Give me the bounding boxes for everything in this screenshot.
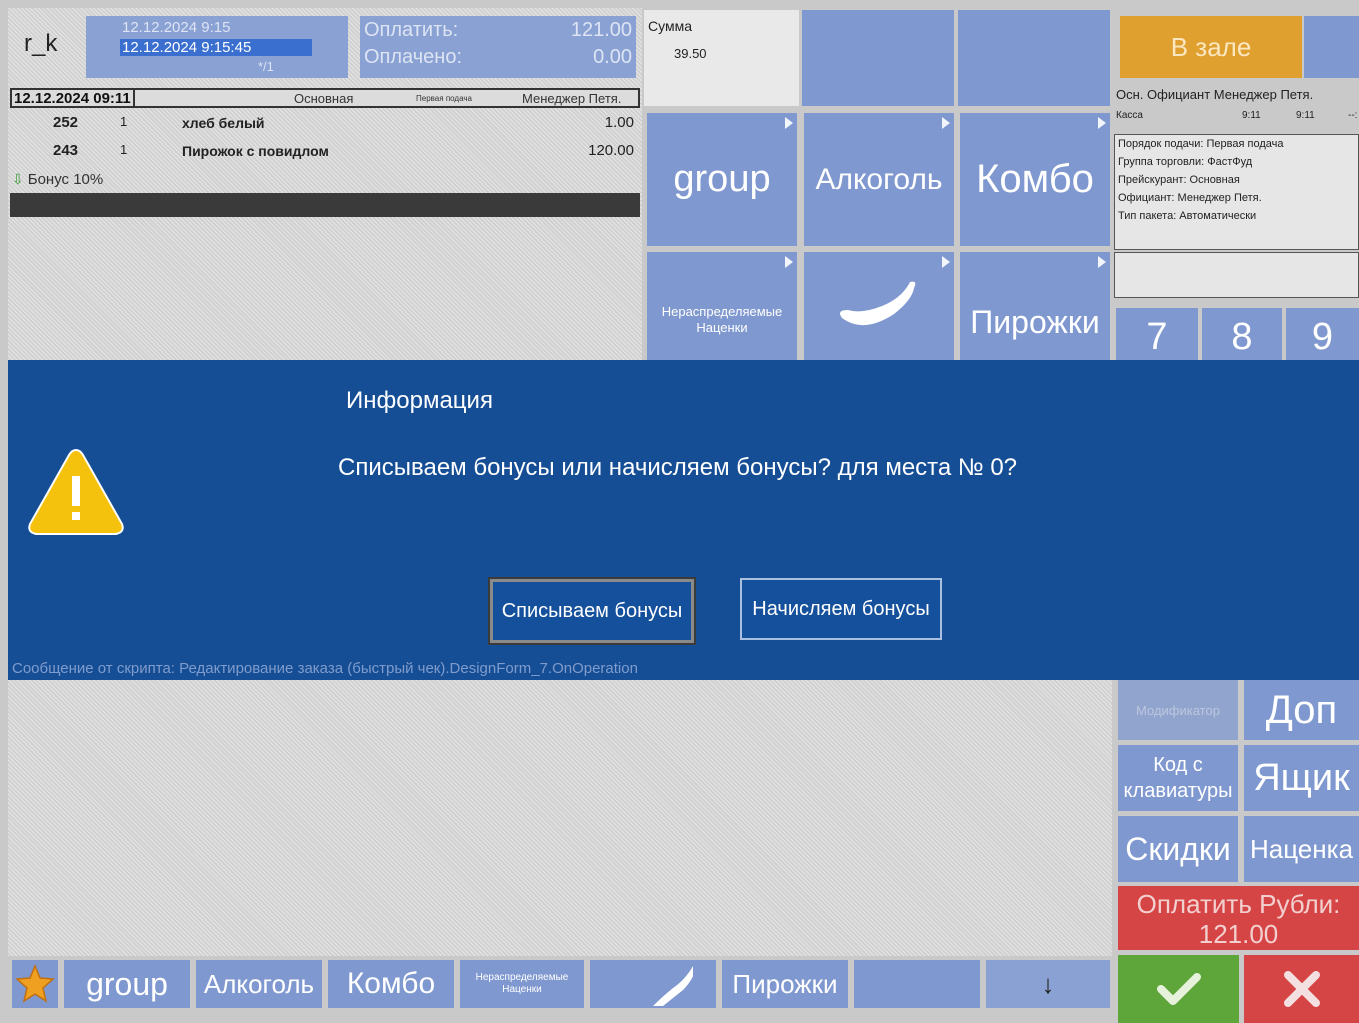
tile-unallocated-markups[interactable]: Нераспределяемые Наценки xyxy=(647,252,797,360)
tile-alcohol[interactable]: Алкоголь xyxy=(804,113,954,246)
paid-label: Оплачено: xyxy=(364,46,463,68)
dialog-title: Информация xyxy=(346,387,493,414)
sausage-icon xyxy=(653,966,693,1006)
kassa-label: Касса xyxy=(1116,110,1143,121)
bar-tile-sauces[interactable] xyxy=(854,960,980,1008)
empty-tile-1[interactable] xyxy=(802,10,954,106)
bar-tile-group[interactable]: group xyxy=(64,960,190,1008)
warning-icon xyxy=(28,448,124,535)
scroll-down-button[interactable]: ↓ xyxy=(986,960,1110,1008)
tile-pies[interactable]: Пирожки xyxy=(960,252,1110,360)
table-row[interactable]: 252 1 хлеб белый 1.00 xyxy=(10,112,640,138)
info-line: Порядок подачи: Первая подача xyxy=(1118,138,1284,150)
checkmark-icon xyxy=(1156,973,1201,1005)
star-icon xyxy=(15,964,55,1003)
bar-tile-alcohol[interactable]: Алкоголь xyxy=(196,960,322,1008)
date-panel: 12.12.2024 9:15 12.12.2024 9:15:45 */1 xyxy=(86,16,348,78)
order-course: Первая подача xyxy=(416,94,472,103)
sum-label: Сумма xyxy=(648,18,692,34)
order-menu: Основная xyxy=(294,91,354,106)
pay-label: Оплатить: xyxy=(364,19,459,41)
item-name: Пирожок с повидлом xyxy=(182,143,329,159)
numpad-key-8[interactable]: 8 xyxy=(1202,308,1282,360)
info-empty-box xyxy=(1114,252,1359,298)
bar-tile-combo[interactable]: Комбо xyxy=(328,960,454,1008)
kassa-time-2: 9:11 xyxy=(1296,110,1315,121)
keyboard-code-button[interactable]: Код с клавиатуры xyxy=(1118,745,1238,811)
accrue-bonuses-button[interactable]: Начисляем бонусы xyxy=(740,578,942,640)
submenu-arrow-icon xyxy=(785,117,793,129)
bonus-row[interactable]: ⇩ Бонус 10% xyxy=(12,169,103,189)
submenu-arrow-icon xyxy=(1098,117,1106,129)
bar-tile-unallocated-markups[interactable]: Нераспределяемые Наценки xyxy=(460,960,584,1008)
kassa-time-1: 9:11 xyxy=(1242,110,1261,121)
numpad-key-9[interactable]: 9 xyxy=(1286,308,1359,360)
drawer-button[interactable]: Ящик xyxy=(1244,745,1359,811)
paid-value: 0.00 xyxy=(593,46,632,68)
date-line-2: 12.12.2024 9:15:45 xyxy=(120,39,312,56)
tile-group[interactable]: group xyxy=(647,113,797,246)
favorites-button[interactable] xyxy=(12,960,58,1008)
order-info-box: Порядок подачи: Первая подача Группа тор… xyxy=(1114,134,1359,250)
payment-panel: Оплатить: 121.00 Оплачено: 0.00 xyxy=(360,16,636,78)
sausage-icon xyxy=(840,281,916,326)
dialog-footer: Сообщение от скрипта: Редактирование зак… xyxy=(12,660,638,677)
order-waiter: Менеджер Петя. xyxy=(522,91,622,106)
item-qty: 1 xyxy=(120,142,128,157)
waiter-header: Осн. Официант Менеджер Петя. xyxy=(1116,87,1314,102)
info-line: Официант: Менеджер Петя. xyxy=(1118,192,1262,204)
extra-button[interactable]: Доп xyxy=(1244,680,1359,740)
tile-sausage[interactable] xyxy=(804,252,954,360)
item-price: 120.00 xyxy=(588,142,634,159)
sum-panel: Сумма 39.50 xyxy=(644,10,799,106)
info-line: Группа торговли: ФастФуд xyxy=(1118,156,1253,168)
bonus-label: Бонус 10% xyxy=(27,170,104,188)
item-qty: 1 xyxy=(120,114,128,129)
hall-button[interactable]: В зале xyxy=(1120,16,1302,78)
pay-rubles-label: Оплатить Рубли: xyxy=(1136,889,1341,919)
arrow-down-icon: ⇩ xyxy=(12,170,24,187)
order-header: 12.12.2024 09:11 Основная Первая подача … xyxy=(10,88,640,108)
logo: r_k xyxy=(24,30,58,57)
bar-tile-sausage[interactable] xyxy=(590,960,716,1008)
markup-button[interactable]: Наценка xyxy=(1244,816,1359,882)
dialog-message: Списываем бонусы или начисляем бонусы? д… xyxy=(338,454,1018,481)
info-dialog: Информация Списываем бонусы или начисляе… xyxy=(8,360,1359,680)
item-name: хлеб белый xyxy=(182,115,265,131)
date-line-1: 12.12.2024 9:15 xyxy=(122,19,231,36)
pay-rubles-value: 121.00 xyxy=(1198,919,1279,949)
pay-value: 121.00 xyxy=(570,19,632,41)
submenu-arrow-icon xyxy=(1098,256,1106,268)
submenu-arrow-icon xyxy=(942,256,950,268)
empty-tile-2[interactable] xyxy=(958,10,1110,106)
item-code: 243 xyxy=(53,142,79,159)
write-off-bonuses-button[interactable]: Списываем бонусы xyxy=(488,577,696,645)
table-row[interactable]: 243 1 Пирожок с повидлом 120.00 xyxy=(10,140,640,166)
modifiers-button[interactable]: Модификатор xyxy=(1118,680,1238,740)
item-code: 252 xyxy=(53,114,79,131)
kassa-row: Касса 9:11 9:11 --: xyxy=(1116,110,1359,126)
info-line: Тип пакета: Автоматически xyxy=(1118,210,1257,222)
order-date: 12.12.2024 09:11 xyxy=(14,90,135,107)
right-top-tile[interactable] xyxy=(1304,16,1359,78)
selected-row-bar xyxy=(10,193,640,217)
sum-value: 39.50 xyxy=(674,46,707,61)
discounts-button[interactable]: Скидки xyxy=(1118,816,1238,882)
numpad-key-7[interactable]: 7 xyxy=(1116,308,1198,360)
tile-combo[interactable]: Комбо xyxy=(960,113,1110,246)
confirm-button[interactable] xyxy=(1118,955,1239,1023)
pay-rubles-button[interactable]: Оплатить Рубли: 121.00 xyxy=(1118,886,1359,950)
cancel-button[interactable] xyxy=(1244,955,1359,1023)
lower-panel xyxy=(8,680,1112,956)
bar-tile-pies[interactable]: Пирожки xyxy=(722,960,848,1008)
submenu-arrow-icon xyxy=(942,117,950,129)
info-line: Прейскурант: Основная xyxy=(1118,174,1240,186)
date-line-3: */1 xyxy=(258,59,274,74)
close-icon xyxy=(1283,971,1320,1007)
item-price: 1.00 xyxy=(604,114,634,131)
kassa-time-3: --: xyxy=(1348,110,1358,121)
submenu-arrow-icon xyxy=(785,256,793,268)
